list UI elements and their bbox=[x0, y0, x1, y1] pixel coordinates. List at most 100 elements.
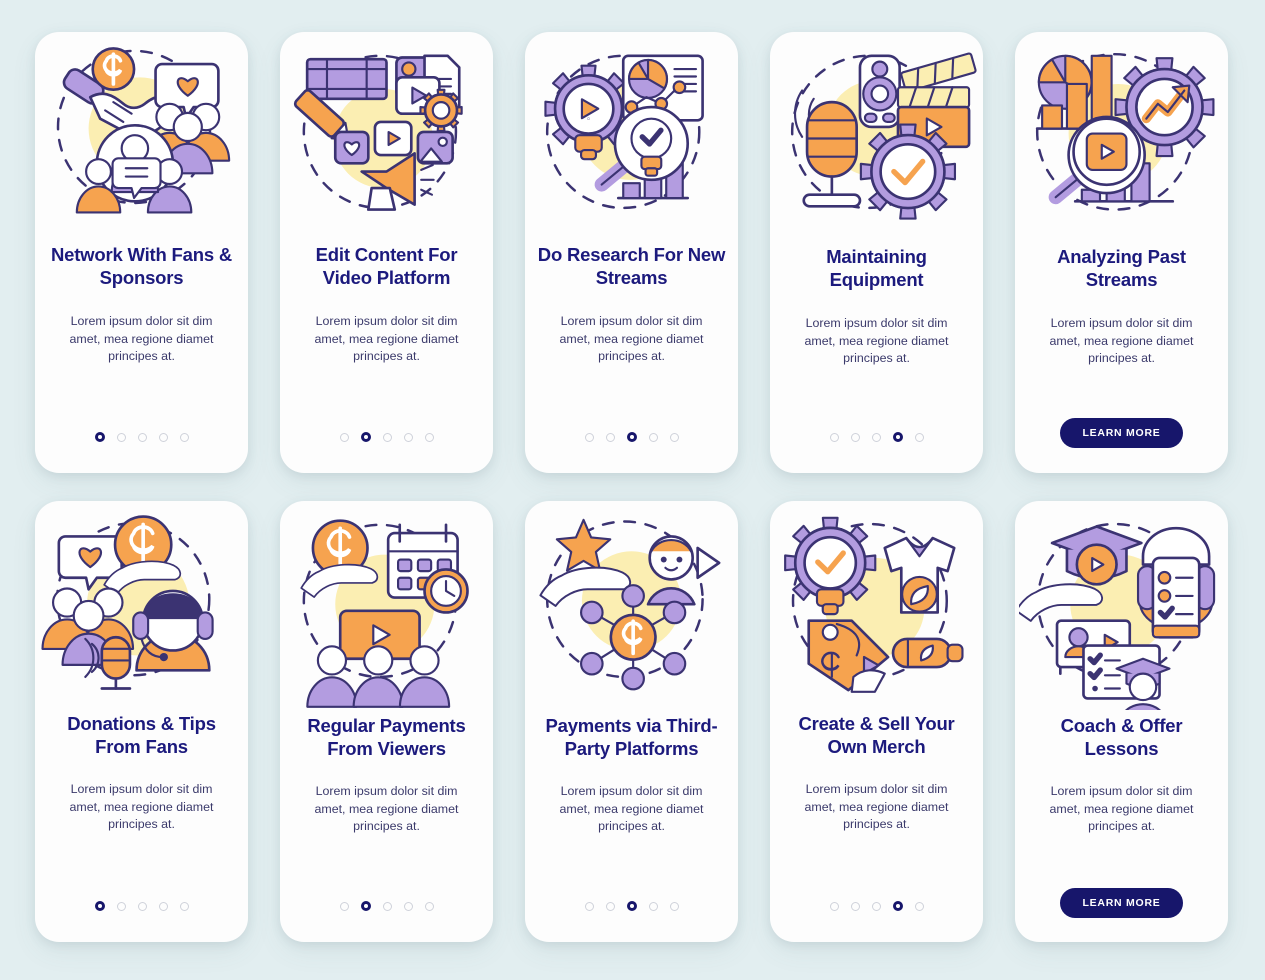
pagination-dot[interactable] bbox=[158, 432, 168, 442]
gear-bulb-tshirt-bottle-pricetag-icon bbox=[784, 516, 964, 693]
pagination-dot-active[interactable] bbox=[626, 901, 637, 911]
microphone-camera-clapper-gear-icon bbox=[790, 51, 977, 220]
pagination-dot-active[interactable] bbox=[360, 432, 371, 442]
pagination-dots bbox=[584, 901, 679, 911]
card-title: Edit Content For Video Platform bbox=[315, 244, 458, 288]
onboarding-card-network-with-fans-sponsors[interactable]: Network With Fans & Sponsors Lorem ipsum … bbox=[35, 32, 248, 473]
gear-play-chart-magnifier-icon bbox=[544, 54, 704, 209]
onboarding-card-analyzing-past-streams[interactable]: Analyzing Past Streams Lorem ipsum dolor … bbox=[1015, 32, 1228, 473]
card-body-text: Lorem ipsum dolor sit dim amet, mea regi… bbox=[804, 316, 949, 366]
pagination-dot[interactable] bbox=[382, 901, 392, 911]
onboarding-card-maintaining-equipment[interactable]: Maintaining Equipment Lorem ipsum dolor s… bbox=[770, 32, 983, 473]
pagination-dot[interactable] bbox=[871, 901, 881, 911]
card-body-text: Lorem ipsum dolor sit dim amet, mea regi… bbox=[559, 314, 704, 364]
pagination-dot[interactable] bbox=[669, 901, 679, 911]
onboarding-card-regular-payments-from-viewers[interactable]: Regular Payments From Viewers Lorem ipsum… bbox=[280, 501, 493, 942]
pagination-dot[interactable] bbox=[605, 901, 615, 911]
bar-chart-gear-trend-magnifier-icon bbox=[1035, 52, 1215, 211]
learn-more-button[interactable]: LEARN MORE bbox=[1060, 418, 1183, 448]
card-title: Do Research For New Streams bbox=[537, 244, 726, 288]
pagination-dots bbox=[584, 432, 679, 442]
card-title: Regular Payments From Viewers bbox=[307, 715, 466, 759]
onboarding-card-edit-content-for-video-platform[interactable]: Edit Content For Video Platform Lorem ips… bbox=[280, 32, 493, 473]
film-edit-megaphone-icon bbox=[293, 54, 463, 211]
illustration-bar-chart-gear-trend-magnifier-icon bbox=[1015, 32, 1228, 244]
onboarding-card-coach-offer-lessons[interactable]: Coach & Offer Lessons Lorem ipsum dolor s… bbox=[1015, 501, 1228, 942]
pagination-dot[interactable] bbox=[137, 432, 147, 442]
pagination-dot[interactable] bbox=[403, 901, 413, 911]
card-body-text: Lorem ipsum dolor sit dim amet, mea regi… bbox=[314, 784, 459, 834]
card-title: Maintaining Equipment bbox=[826, 246, 927, 290]
card-title: Coach & Offer Lessons bbox=[1060, 715, 1183, 759]
pagination-dot-active[interactable] bbox=[892, 432, 903, 442]
pagination-dots bbox=[94, 901, 189, 911]
pagination-dot[interactable] bbox=[584, 432, 594, 442]
card-body-text: Lorem ipsum dolor sit dim amet, mea regi… bbox=[559, 784, 704, 834]
pagination-dot[interactable] bbox=[424, 901, 434, 911]
onboarding-screens-grid: Network With Fans & Sponsors Lorem ipsum … bbox=[0, 0, 1265, 942]
onboarding-card-payments-via-third-party-platforms[interactable]: Payments via Third-Party Platforms Lorem … bbox=[525, 501, 738, 942]
pagination-dot[interactable] bbox=[179, 901, 189, 911]
handshake-dollar-community-icon bbox=[56, 46, 231, 214]
pagination-dot[interactable] bbox=[850, 901, 860, 911]
card-body-text: Lorem ipsum dolor sit dim amet, mea regi… bbox=[314, 314, 459, 364]
pagination-dot[interactable] bbox=[137, 901, 147, 911]
pagination-dot[interactable] bbox=[179, 432, 189, 442]
card-body-text: Lorem ipsum dolor sit dim amet, mea regi… bbox=[804, 782, 949, 832]
pagination-dot[interactable] bbox=[871, 432, 881, 442]
pagination-dot[interactable] bbox=[605, 432, 615, 442]
pagination-dot[interactable] bbox=[914, 432, 924, 442]
pagination-dot[interactable] bbox=[829, 432, 839, 442]
card-body-text: Lorem ipsum dolor sit dim amet, mea regi… bbox=[69, 314, 214, 364]
card-title: Network With Fans & Sponsors bbox=[50, 244, 233, 288]
illustration-graduation-cap-lesson-checklist-icon bbox=[1015, 501, 1228, 713]
illustration-film-edit-megaphone-icon bbox=[280, 32, 493, 244]
illustration-hand-coin-streamer-community-icon bbox=[35, 501, 248, 713]
card-title: Analyzing Past Streams bbox=[1057, 246, 1186, 290]
learn-more-button[interactable]: LEARN MORE bbox=[1060, 888, 1183, 918]
illustration-microphone-camera-clapper-gear-icon bbox=[770, 32, 983, 244]
pagination-dots bbox=[829, 901, 924, 911]
pagination-dot[interactable] bbox=[403, 432, 413, 442]
pagination-dot[interactable] bbox=[648, 901, 658, 911]
card-body-text: Lorem ipsum dolor sit dim amet, mea regi… bbox=[1049, 316, 1194, 366]
pagination-dot-active[interactable] bbox=[94, 432, 105, 442]
hand-coin-calendar-clock-icon bbox=[300, 518, 469, 708]
illustration-gear-bulb-tshirt-bottle-pricetag-icon bbox=[770, 501, 983, 713]
pagination-dots bbox=[339, 432, 434, 442]
onboarding-card-do-research-for-new-streams[interactable]: Do Research For New Streams Lorem ipsum d… bbox=[525, 32, 738, 473]
pagination-dot[interactable] bbox=[584, 901, 594, 911]
card-title: Create & Sell Your Own Merch bbox=[798, 713, 955, 757]
pagination-dot[interactable] bbox=[914, 901, 924, 911]
pagination-dot[interactable] bbox=[669, 432, 679, 442]
card-body-text: Lorem ipsum dolor sit dim amet, mea regi… bbox=[69, 782, 214, 832]
pagination-dot[interactable] bbox=[158, 901, 168, 911]
pagination-dot[interactable] bbox=[850, 432, 860, 442]
pagination-dot-active[interactable] bbox=[626, 432, 637, 442]
illustration-gear-play-chart-magnifier-icon bbox=[525, 32, 738, 244]
card-title: Payments via Third-Party Platforms bbox=[545, 715, 718, 759]
card-body-text: Lorem ipsum dolor sit dim amet, mea regi… bbox=[1049, 784, 1194, 834]
pagination-dots bbox=[829, 432, 924, 442]
pagination-dot-active[interactable] bbox=[94, 901, 105, 911]
pagination-dot-active[interactable] bbox=[892, 901, 903, 911]
pagination-dot[interactable] bbox=[339, 432, 349, 442]
illustration-hand-coin-calendar-clock-icon bbox=[280, 501, 493, 713]
pagination-dot[interactable] bbox=[648, 432, 658, 442]
card-title: Donations & Tips From Fans bbox=[67, 713, 216, 757]
pagination-dot[interactable] bbox=[424, 432, 434, 442]
pagination-dots bbox=[94, 432, 189, 442]
pagination-dot[interactable] bbox=[116, 901, 126, 911]
pagination-dot[interactable] bbox=[339, 901, 349, 911]
onboarding-card-create-sell-your-own-merch[interactable]: Create & Sell Your Own Merch Lorem ipsum … bbox=[770, 501, 983, 942]
pagination-dot-active[interactable] bbox=[360, 901, 371, 911]
pagination-dot[interactable] bbox=[116, 432, 126, 442]
hand-coin-streamer-community-icon bbox=[41, 514, 214, 690]
illustration-handshake-dollar-community-icon bbox=[35, 32, 248, 244]
onboarding-card-donations-tips-from-fans[interactable]: Donations & Tips From Fans Lorem ipsum do… bbox=[35, 501, 248, 942]
illustration-star-hand-user-network-coin-icon bbox=[525, 501, 738, 713]
star-hand-user-network-coin-icon bbox=[539, 518, 721, 690]
pagination-dot[interactable] bbox=[382, 432, 392, 442]
pagination-dots bbox=[339, 901, 434, 911]
pagination-dot[interactable] bbox=[829, 901, 839, 911]
